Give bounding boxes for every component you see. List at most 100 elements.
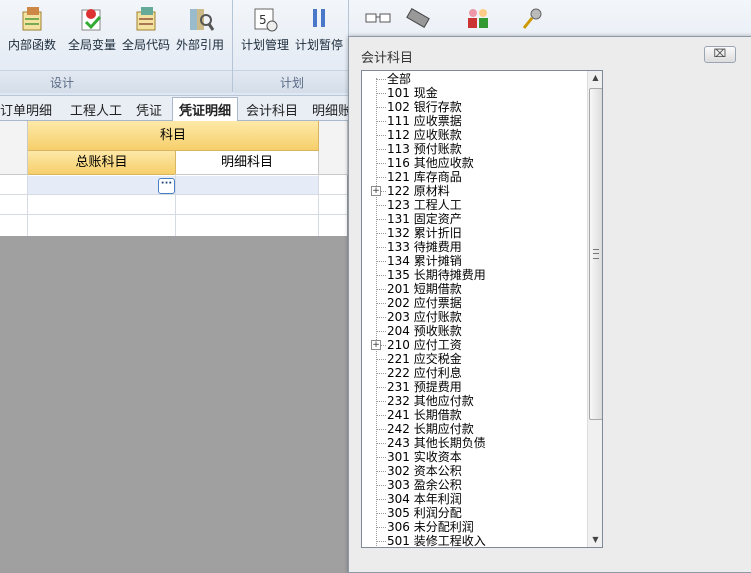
tree-item[interactable]: 113 预付账款 — [362, 142, 587, 156]
grip-icon — [593, 249, 599, 259]
tree-item[interactable]: 135 长期待摊费用 — [362, 268, 587, 282]
column-header-general-ledger[interactable]: 总账科目 — [28, 151, 176, 175]
expand-icon[interactable]: + — [371, 340, 381, 350]
tree-item[interactable]: 101 现金 — [362, 86, 587, 100]
subject-code: 101 — [387, 86, 410, 100]
subject-name: 预提费用 — [413, 380, 462, 394]
subject-code: 203 — [387, 310, 410, 324]
tree-item[interactable]: 302 资本公积 — [362, 464, 587, 478]
subject-name: 利润分配 — [413, 506, 462, 520]
subject-code: 131 — [387, 212, 410, 226]
column-header-detail-subject[interactable]: 明细科目 — [176, 151, 319, 175]
tree-item[interactable]: 116 其他应收款 — [362, 156, 587, 170]
global-variable-button[interactable]: 全局变量 — [66, 0, 118, 58]
tree-item[interactable]: 202 应付票据 — [362, 296, 587, 310]
tree-item[interactable]: 303 盈余公积 — [362, 478, 587, 492]
external-reference-button[interactable]: 外部引用 — [174, 0, 226, 58]
global-code-button[interactable]: 全局代码 — [120, 0, 172, 58]
subject-name: 其他长期负债 — [413, 436, 486, 450]
tree-connector — [376, 331, 386, 332]
tree-item[interactable]: 306 未分配利润 — [362, 520, 587, 534]
tree-item[interactable]: 133 待摊费用 — [362, 240, 587, 254]
tree-item[interactable]: 134 累计摊销 — [362, 254, 587, 268]
tree-connector — [376, 247, 386, 248]
subject-code: 201 — [387, 282, 410, 296]
tree-connector — [376, 485, 386, 486]
function-icon — [22, 7, 42, 31]
tree-item[interactable]: 222 应付利息 — [362, 366, 587, 380]
tab-ledger-details[interactable]: 明细账 — [312, 100, 351, 119]
tree-item[interactable]: 131 固定资产 — [362, 212, 587, 226]
subject-tree[interactable]: 全部 101 现金 102 银行存款 111 应收票据 112 应收账款 113 预付账… — [361, 70, 603, 548]
tree-item[interactable]: 111 应收票据 — [362, 114, 587, 128]
tree-item[interactable]: 305 利润分配 — [362, 506, 587, 520]
tree-item[interactable]: 204 预收账款 — [362, 324, 587, 338]
tree-connector — [376, 499, 386, 500]
subject-code: 243 — [387, 436, 410, 450]
tree-connector — [376, 471, 386, 472]
expand-icon[interactable]: + — [371, 186, 381, 196]
tree-connector — [376, 289, 386, 290]
tree-item[interactable]: 242 长期应付款 — [362, 422, 587, 436]
tree-item[interactable]: 123 工程人工 — [362, 198, 587, 212]
tree-item[interactable]: 241 长期借款 — [362, 408, 587, 422]
subject-name: 长期待摊费用 — [413, 268, 486, 282]
tree-item-label: 132 累计折旧 — [387, 226, 462, 240]
subject-name: 工程人工 — [413, 198, 462, 212]
tab-labor[interactable]: 工程人工 — [70, 100, 122, 119]
tree-item[interactable]: 243 其他长期负债 — [362, 436, 587, 450]
tree-scrollbar[interactable]: ▲ ▼ — [587, 71, 602, 547]
global-code-icon — [136, 7, 156, 31]
group-label-design: 设计 — [50, 76, 75, 90]
subject-name: 实收资本 — [413, 450, 462, 464]
subject-code: 113 — [387, 142, 410, 156]
scroll-thumb[interactable] — [589, 88, 602, 420]
subject-name: 应付账款 — [413, 310, 462, 324]
tree-connector — [376, 135, 386, 136]
global-variable-icon — [81, 9, 102, 31]
tree-item-label: 242 长期应付款 — [387, 422, 474, 436]
tree-item[interactable]: +122 原材料 — [362, 184, 587, 198]
tree-item-label: 131 固定资产 — [387, 212, 462, 226]
builtin-function-button[interactable]: 内部函数 — [4, 0, 60, 58]
scroll-up-arrow-icon[interactable]: ▲ — [588, 71, 602, 85]
tree-item[interactable]: 203 应付账款 — [362, 310, 587, 324]
tree-item-label: 301 实收资本 — [387, 450, 462, 464]
schedule-pause-button[interactable]: 计划暂停 — [293, 0, 345, 58]
subject-name: 其他应付款 — [413, 394, 474, 408]
tree-item[interactable]: 102 银行存款 — [362, 100, 587, 114]
schedule-management-button[interactable]: 5 计划管理 — [239, 0, 291, 58]
tab-accounting-subjects[interactable]: 会计科目 — [246, 100, 298, 119]
tree-item[interactable]: 201 短期借款 — [362, 282, 587, 296]
tree-item[interactable]: 301 实收资本 — [362, 450, 587, 464]
tree-item-label: 204 预收账款 — [387, 324, 462, 338]
tree-item[interactable]: 232 其他应付款 — [362, 394, 587, 408]
tab-voucher-details[interactable]: 凭证明细 — [172, 97, 239, 122]
tree-root[interactable]: 全部 — [362, 72, 587, 86]
tree-item[interactable]: 231 预提费用 — [362, 380, 587, 394]
tree-item[interactable]: 221 应交税金 — [362, 352, 587, 366]
subject-code: 134 — [387, 254, 410, 268]
tab-order-details[interactable]: 订单明细 — [0, 100, 52, 119]
tree-item[interactable]: 121 库存商品 — [362, 170, 587, 184]
close-button[interactable]: ⌧ — [704, 46, 736, 63]
tree-item[interactable]: 501 装修工程收入 — [362, 534, 587, 547]
subject-name: 其他应收款 — [413, 156, 474, 170]
tree-item-label: 210 应付工资 — [387, 338, 462, 352]
tree-item-label: 203 应付账款 — [387, 310, 462, 324]
tree-connector — [376, 541, 386, 542]
scroll-down-arrow-icon[interactable]: ▼ — [588, 533, 602, 547]
tree-item[interactable]: 132 累计折旧 — [362, 226, 587, 240]
subject-code: 204 — [387, 324, 410, 338]
ellipsis-button[interactable]: ··· — [158, 178, 175, 194]
tree-item[interactable]: +210 应付工资 — [362, 338, 587, 352]
subject-code: 232 — [387, 394, 410, 408]
tree-item[interactable]: 112 应收账款 — [362, 128, 587, 142]
users-icon — [468, 9, 488, 28]
subject-name: 待摊费用 — [413, 240, 462, 254]
tree-connector — [376, 219, 386, 220]
tab-voucher[interactable]: 凭证 — [136, 100, 162, 119]
tree-connector — [376, 513, 386, 514]
tree-item[interactable]: 304 本年利润 — [362, 492, 587, 506]
subject-code: 112 — [387, 128, 410, 142]
